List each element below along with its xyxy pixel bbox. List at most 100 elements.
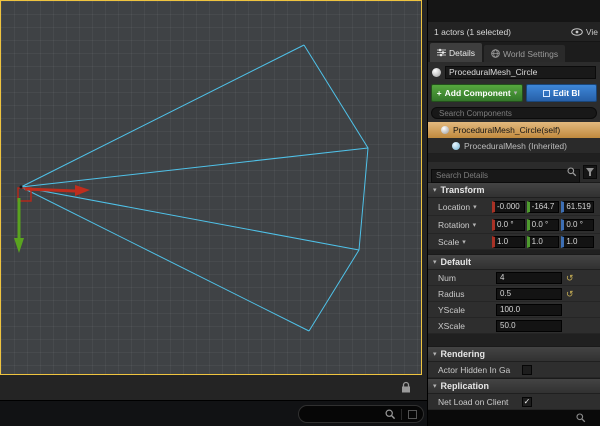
tab-details-label: Details xyxy=(449,48,475,58)
scale-z-field[interactable]: 1.0 xyxy=(561,236,594,248)
radius-row: Radius 0.5 ↺ xyxy=(428,286,600,302)
viewport-search-input[interactable] xyxy=(298,405,424,423)
location-row: Location ▾ -0.000 -164.7 61.519 xyxy=(428,198,600,216)
spacer xyxy=(428,154,600,162)
chevron-down-icon: ▾ xyxy=(433,186,437,194)
actor-hidden-label: Actor Hidden In Ga xyxy=(438,365,516,375)
component-item-inherited[interactable]: ProceduralMesh (Inherited) xyxy=(428,138,600,154)
chevron-down-icon: ▾ xyxy=(433,350,437,358)
search-details-row xyxy=(428,162,600,182)
eye-icon xyxy=(571,28,583,36)
lock-icon[interactable] xyxy=(401,381,411,393)
details-tab-icon xyxy=(437,48,446,57)
viewport-canvas[interactable] xyxy=(1,1,421,374)
scale-y-field[interactable]: 1.0 xyxy=(527,236,560,248)
unreal-editor-window: 1 actors (1 selected) Vie De xyxy=(0,0,600,426)
rotation-row: Rotation ▾ 0.0 ° 0.0 ° 0.0 ° xyxy=(428,216,600,234)
search-components-input[interactable] xyxy=(431,107,597,119)
xscale-field[interactable]: 50.0 xyxy=(496,320,562,332)
yscale-field[interactable]: 100.0 xyxy=(496,304,562,316)
funnel-icon xyxy=(586,168,594,176)
component-self-label: ProceduralMesh_Circle(self) xyxy=(453,125,560,135)
net-load-checkbox[interactable]: ✓ xyxy=(522,397,532,407)
reset-to-default-icon[interactable]: ↺ xyxy=(566,289,574,299)
chevron-down-icon: ▾ xyxy=(473,221,477,229)
rotation-x-field[interactable]: 0.0 ° xyxy=(492,219,525,231)
procedural-mesh-wireframe xyxy=(21,45,368,331)
panel-bottom-search[interactable] xyxy=(428,410,600,426)
net-load-label: Net Load on Client xyxy=(438,397,516,407)
world-settings-tab-icon xyxy=(491,49,500,58)
3d-viewport[interactable] xyxy=(0,0,422,375)
search-details-input[interactable] xyxy=(431,169,580,183)
chevron-down-icon: ▾ xyxy=(473,203,477,211)
actor-name-input[interactable] xyxy=(445,66,596,79)
chevron-down-icon: ▾ xyxy=(514,89,518,97)
radius-field[interactable]: 0.5 xyxy=(496,288,562,300)
chevron-down-icon: ▾ xyxy=(433,382,437,390)
replication-title: Replication xyxy=(441,381,490,391)
num-row: Num 4 ↺ xyxy=(428,270,600,286)
scale-x-field[interactable]: 1.0 xyxy=(492,236,525,248)
viewport-bottom-bar xyxy=(0,400,427,426)
component-inherited-label: ProceduralMesh (Inherited) xyxy=(464,141,567,151)
location-x-field[interactable]: -0.000 xyxy=(492,201,525,213)
actor-sphere-icon xyxy=(432,68,441,77)
rotation-z-field[interactable]: 0.0 ° xyxy=(561,219,594,231)
blueprint-icon xyxy=(543,90,550,97)
panel-tabs: Details World Settings xyxy=(428,42,600,62)
num-label: Num xyxy=(438,273,496,283)
view-options-button[interactable]: Vie xyxy=(571,27,598,37)
panel-top-strip xyxy=(428,0,600,22)
tab-details[interactable]: Details xyxy=(430,43,482,62)
location-label[interactable]: Location ▾ xyxy=(438,202,492,212)
xscale-label: XScale xyxy=(438,321,496,331)
rendering-title: Rendering xyxy=(441,349,486,359)
section-header-default[interactable]: ▾ Default xyxy=(428,254,600,270)
actor-hidden-checkbox[interactable] xyxy=(522,365,532,375)
radius-label: Radius xyxy=(438,289,496,299)
plus-icon: + xyxy=(437,88,442,98)
rotation-y-field[interactable]: 0.0 ° xyxy=(527,219,560,231)
viewport-lower-strip xyxy=(0,375,427,400)
view-options-label: Vie xyxy=(586,27,598,37)
filter-grid-icon[interactable] xyxy=(408,410,417,419)
actors-status-bar: 1 actors (1 selected) Vie xyxy=(428,22,600,42)
xscale-row: XScale 50.0 xyxy=(428,318,600,334)
check-icon: ✓ xyxy=(524,397,531,406)
section-header-rendering[interactable]: ▾ Rendering xyxy=(428,346,600,362)
scale-row: Scale ▾ 1.0 1.0 1.0 xyxy=(428,234,600,250)
gizmo-x-arrowhead[interactable] xyxy=(75,185,90,196)
gizmo-origin xyxy=(20,186,23,189)
transform-gizmo[interactable] xyxy=(14,185,90,253)
actor-name-row xyxy=(428,62,600,82)
gizmo-x-axis[interactable] xyxy=(25,189,75,191)
tab-world-settings-label: World Settings xyxy=(503,49,558,59)
component-sphere-icon xyxy=(441,126,449,134)
location-y-field[interactable]: -164.7 xyxy=(527,201,560,213)
yscale-label: YScale xyxy=(438,305,496,315)
num-field[interactable]: 4 xyxy=(496,272,562,284)
tab-world-settings[interactable]: World Settings xyxy=(484,45,565,62)
add-component-label: Add Component xyxy=(445,88,511,98)
reset-to-default-icon[interactable]: ↺ xyxy=(566,273,574,283)
component-mesh-icon xyxy=(452,142,460,150)
gizmo-y-arrowhead[interactable] xyxy=(14,238,24,253)
actor-hidden-row: Actor Hidden In Ga xyxy=(428,362,600,378)
section-header-replication[interactable]: ▾ Replication xyxy=(428,378,600,394)
details-filter-button[interactable] xyxy=(583,165,597,179)
location-z-field[interactable]: 61.519 xyxy=(561,201,594,213)
spacer xyxy=(428,334,600,346)
scale-label[interactable]: Scale ▾ xyxy=(438,237,492,247)
rotation-label[interactable]: Rotation ▾ xyxy=(438,220,492,230)
divider xyxy=(401,409,402,420)
chevron-down-icon: ▾ xyxy=(462,238,466,246)
edit-blueprint-button[interactable]: Edit Bl xyxy=(526,84,597,102)
section-header-transform[interactable]: ▾ Transform xyxy=(428,182,600,198)
add-component-button[interactable]: + Add Component ▾ xyxy=(431,84,523,102)
chevron-down-icon: ▾ xyxy=(433,258,437,266)
search-icon xyxy=(567,167,577,177)
component-item-self[interactable]: ProceduralMesh_Circle(self) xyxy=(428,122,600,138)
yscale-row: YScale 100.0 xyxy=(428,302,600,318)
search-icon xyxy=(385,409,396,420)
